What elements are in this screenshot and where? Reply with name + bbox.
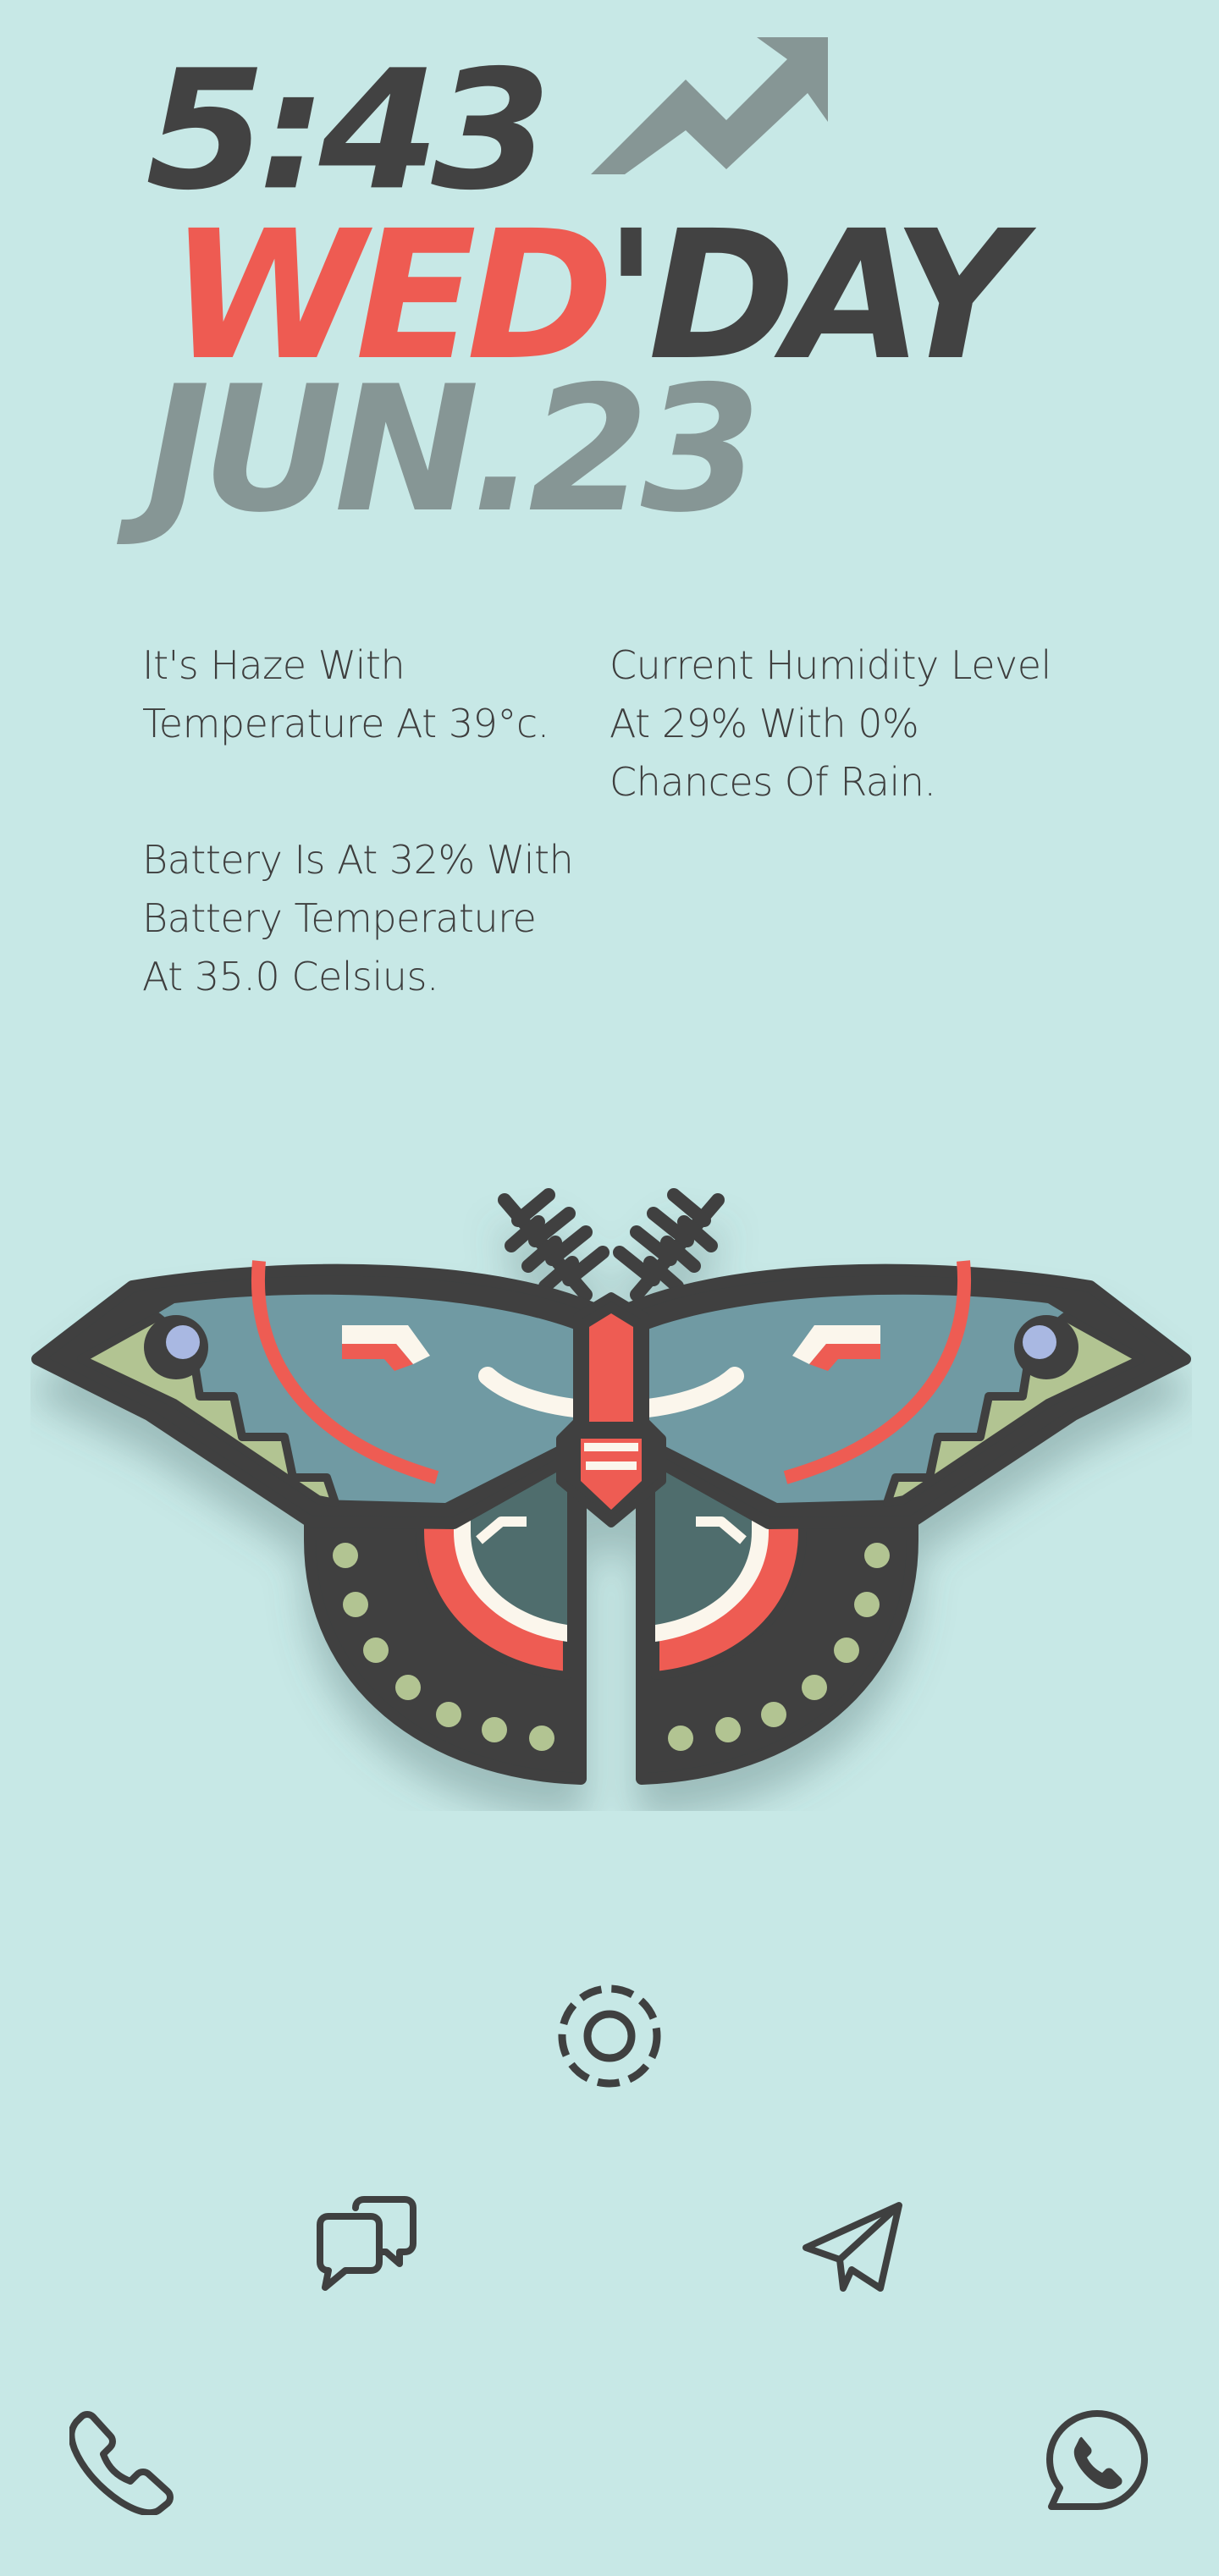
send-icon (803, 2202, 902, 2292)
moth-illustration (30, 1168, 1192, 1814)
clock-date: JUN.23 (146, 350, 761, 551)
weather-info: It's Haze With Temperature At 39°c. (142, 636, 599, 753)
camera-button[interactable] (554, 1980, 665, 2092)
humidity-line: At 29% With 0% (610, 701, 919, 746)
humidity-line: Chances Of Rain. (610, 759, 936, 805)
phone-button[interactable] (69, 2410, 174, 2515)
battery-line: At 35.0 Celsius. (142, 954, 439, 999)
trending-up-icon (591, 34, 831, 178)
chat-icon (317, 2196, 416, 2291)
weather-line: It's Haze With (142, 642, 405, 688)
battery-info: Battery Is At 32% With Battery Temperatu… (142, 831, 616, 1006)
messages-button[interactable] (312, 2196, 420, 2298)
camera-icon (558, 1984, 661, 2088)
humidity-line: Current Humidity Level (610, 642, 1051, 688)
whatsapp-icon (1046, 2410, 1148, 2510)
clock-time: 5:43 (146, 35, 552, 227)
battery-line: Battery Is At 32% With (142, 837, 574, 883)
weather-line: Temperature At 39°c. (142, 701, 549, 746)
send-button[interactable] (799, 2200, 907, 2298)
whatsapp-button[interactable] (1045, 2408, 1150, 2513)
phone-icon (69, 2411, 174, 2515)
humidity-info: Current Humidity Level At 29% With 0% Ch… (610, 636, 1117, 812)
battery-line: Battery Temperature (142, 895, 537, 941)
